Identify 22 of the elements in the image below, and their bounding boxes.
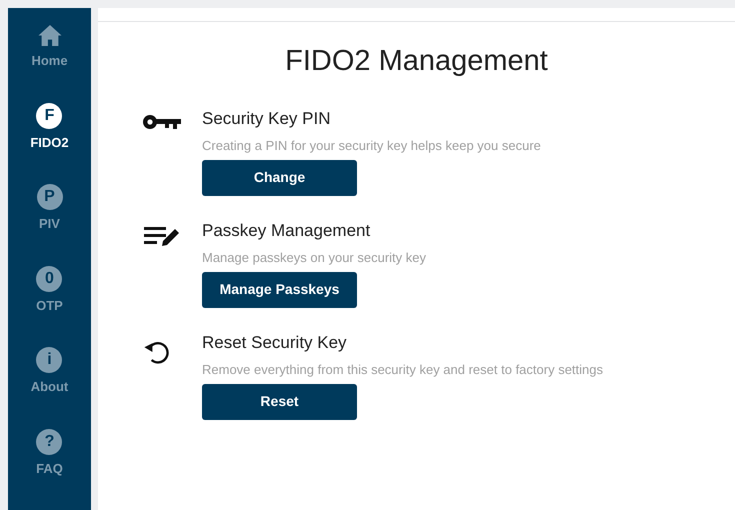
- badge-icon: F: [36, 102, 62, 128]
- nav-item[interactable]: P PIV: [36, 184, 62, 234]
- section-description: Creating a PIN for your security key helps keep you secure: [202, 138, 541, 154]
- section-description: Remove everything from this security key and reset to factory settings: [202, 362, 604, 378]
- home-icon: [36, 24, 62, 47]
- action-button[interactable]: Change: [202, 160, 357, 196]
- badge-icon: P: [36, 184, 62, 210]
- nav-item[interactable]: ? FAQ: [36, 428, 63, 478]
- section-description: Manage passkeys on your security key: [202, 250, 426, 266]
- page-title: FIDO2 Management: [285, 44, 548, 79]
- action-button[interactable]: Manage Passkeys: [202, 272, 357, 308]
- nav-item[interactable]: F FIDO2: [30, 102, 69, 152]
- nav-item[interactable]: i About: [30, 347, 68, 396]
- badge-icon: 0: [36, 266, 62, 292]
- nav-item[interactable]: 0 OTP: [36, 266, 63, 315]
- section-title: Security Key PIN: [202, 108, 332, 130]
- section-title: Passkey Management: [202, 220, 372, 242]
- nav-item[interactable]: Home: [31, 24, 68, 70]
- section-title: Reset Security Key: [202, 332, 348, 354]
- badge-icon: ?: [36, 428, 62, 454]
- badge-icon: i: [36, 347, 62, 373]
- action-button[interactable]: Reset: [202, 384, 357, 420]
